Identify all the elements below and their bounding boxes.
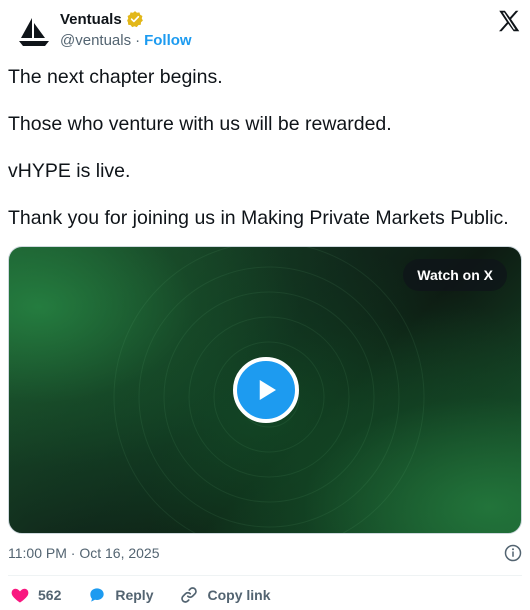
play-button[interactable] xyxy=(233,357,299,423)
handle[interactable]: @ventuals xyxy=(60,32,131,49)
tweet-card: Ventuals @ventuals · Follow The next cha… xyxy=(0,0,530,610)
x-logo-icon[interactable] xyxy=(496,8,522,34)
reply-label: Reply xyxy=(115,587,154,603)
timestamp[interactable]: 11:00 PM · Oct 16, 2025 xyxy=(8,545,160,561)
display-name[interactable]: Ventuals xyxy=(60,11,122,28)
name-row: Ventuals xyxy=(60,10,144,28)
verified-badge-icon xyxy=(126,11,143,28)
tweet-line-3: vHYPE is live. xyxy=(8,160,131,182)
divider xyxy=(8,575,522,576)
tweet-line-2: Those who venture with us will be reward… xyxy=(8,113,392,135)
heart-icon xyxy=(11,588,29,603)
tweet-header: Ventuals @ventuals · Follow xyxy=(10,8,522,56)
tweet-line-1: The next chapter begins. xyxy=(8,66,223,88)
watch-on-x-button[interactable]: Watch on X xyxy=(403,259,507,291)
reply-bubble-icon xyxy=(90,588,105,602)
like-button[interactable]: 562 xyxy=(10,585,61,605)
handle-row: @ventuals · Follow xyxy=(60,32,192,49)
copy-link-button[interactable]: Copy link xyxy=(179,585,271,605)
tweet-line-4: Thank you for joining us in Making Priva… xyxy=(8,207,509,229)
info-icon[interactable] xyxy=(504,544,522,562)
separator-dot: · xyxy=(135,32,141,49)
follow-button[interactable]: Follow xyxy=(144,32,192,49)
tweet-text: The next chapter begins. Those who ventu… xyxy=(8,66,523,254)
like-count: 562 xyxy=(38,587,62,603)
sailboat-logo-icon xyxy=(19,18,49,46)
video-player[interactable]: Watch on X xyxy=(8,246,522,534)
action-bar: 562 Reply Copy link xyxy=(10,585,297,605)
reply-button[interactable]: Reply xyxy=(87,585,153,605)
link-icon xyxy=(181,587,198,603)
play-icon xyxy=(259,380,276,400)
copy-link-label: Copy link xyxy=(207,587,271,603)
avatar[interactable] xyxy=(12,10,56,54)
